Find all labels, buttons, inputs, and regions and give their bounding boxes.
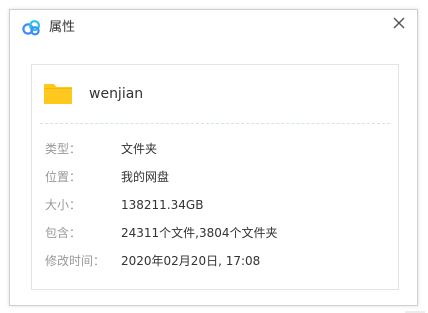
- property-value: 我的网盘: [121, 170, 170, 184]
- watermark-mark: [405, 311, 425, 313]
- baidu-netdisk-cloud-icon: [22, 20, 41, 36]
- divider: [40, 123, 390, 124]
- property-label: 修改时间：: [45, 254, 106, 268]
- dialog-title: 属性: [49, 20, 76, 35]
- folder-icon: [44, 84, 72, 104]
- close-icon[interactable]: [389, 13, 409, 33]
- dialog-titlebar[interactable]: 属性: [10, 10, 417, 46]
- property-label: 位置：: [45, 170, 82, 184]
- property-row-type: 类型： 文件夹: [32, 139, 398, 159]
- properties-dialog: 属性 wenjian 类型： 文件夹 位置： 我的网盘 大小： 138211.3…: [9, 9, 418, 306]
- property-value: 24311个文件,3804个文件夹: [121, 226, 278, 240]
- property-value: 138211.34GB: [121, 198, 204, 212]
- property-row-location: 位置： 我的网盘: [32, 167, 398, 187]
- file-header: wenjian: [32, 65, 398, 123]
- property-row-modified: 修改时间： 2020年02月20日, 17:08: [32, 251, 398, 271]
- property-value: 2020年02月20日, 17:08: [121, 254, 261, 268]
- file-name: wenjian: [89, 86, 144, 102]
- property-value: 文件夹: [121, 142, 158, 156]
- property-label: 包含：: [45, 226, 82, 240]
- properties-panel: wenjian 类型： 文件夹 位置： 我的网盘 大小： 138211.34GB…: [31, 64, 399, 290]
- property-row-size: 大小： 138211.34GB: [32, 195, 398, 215]
- property-label: 大小：: [45, 198, 82, 212]
- property-label: 类型：: [45, 142, 82, 156]
- property-row-contains: 包含： 24311个文件,3804个文件夹: [32, 223, 398, 243]
